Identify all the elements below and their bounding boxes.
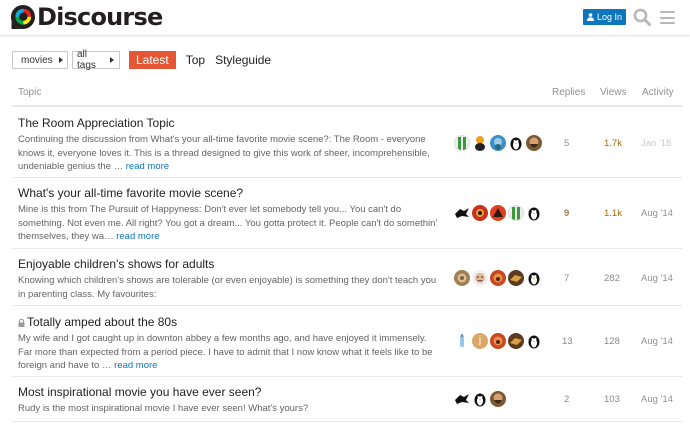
site-logo[interactable]: Discourse xyxy=(10,3,163,31)
topic-row: What's your all-time favorite movie scen… xyxy=(12,178,682,249)
activity-date[interactable]: Aug '14 xyxy=(641,394,673,405)
penguin-avatar[interactable] xyxy=(508,135,524,151)
topic-excerpt: My wife and I got caught up in downton a… xyxy=(18,332,442,373)
bearded-face-avatar[interactable] xyxy=(526,135,542,151)
nav-styleguide[interactable]: Styleguide xyxy=(215,51,271,69)
activity-date[interactable]: Aug '14 xyxy=(641,336,673,347)
reply-count[interactable]: 7 xyxy=(564,273,569,284)
caret-right-icon xyxy=(58,57,63,63)
topic-excerpt-text: Continuing the discussion from What's yo… xyxy=(18,134,430,172)
topic-title-container: Totally amped about the 80s xyxy=(18,315,177,329)
login-label: Log In xyxy=(596,12,623,22)
topic-title[interactable]: The Room Appreciation Topic xyxy=(18,116,175,130)
site-header: Discourse Log In xyxy=(0,0,690,36)
reply-count[interactable]: 9 xyxy=(564,208,569,219)
penguin-avatar[interactable] xyxy=(526,270,542,286)
topic-posters xyxy=(454,391,506,407)
column-activity[interactable]: Activity xyxy=(642,87,674,98)
view-count: 282 xyxy=(604,273,620,284)
column-replies[interactable]: Replies xyxy=(552,87,585,98)
penguin-avatar[interactable] xyxy=(526,333,542,349)
topic-excerpt: Continuing the discussion from What's yo… xyxy=(18,133,442,174)
red-circle-avatar[interactable] xyxy=(472,205,488,221)
black-bird-avatar[interactable] xyxy=(454,391,470,407)
topic-row: The Room Appreciation Topic Continuing t… xyxy=(12,108,682,178)
activity-date[interactable]: Aug '14 xyxy=(641,208,673,219)
search-icon[interactable] xyxy=(633,8,651,26)
reply-count[interactable]: 2 xyxy=(564,394,569,405)
category-dropdown-label: movies xyxy=(21,54,53,66)
orange-red-avatar[interactable] xyxy=(490,205,506,221)
read-more-link[interactable]: read more xyxy=(114,360,157,371)
penguin-avatar[interactable] xyxy=(472,391,488,407)
view-count: 128 xyxy=(604,336,620,347)
topic-row: Most inspirational movie you have ever s… xyxy=(12,377,682,422)
bearded-face-avatar[interactable] xyxy=(490,391,506,407)
hamburger-menu-icon[interactable] xyxy=(660,11,675,24)
topic-posters xyxy=(454,135,542,151)
category-dropdown[interactable]: movies xyxy=(12,51,68,69)
view-count: 1.1k xyxy=(604,208,622,219)
nav-top[interactable]: Top xyxy=(186,51,205,69)
activity-date[interactable]: Aug '14 xyxy=(641,273,673,284)
topic-excerpt-text: Knowing which children's shows are toler… xyxy=(18,275,437,300)
topic-posters xyxy=(454,270,542,286)
view-count: 1.7k xyxy=(604,138,622,149)
discourse-logo-icon xyxy=(10,4,36,30)
topic-list-header: Topic Replies Views Activity xyxy=(12,80,682,107)
topic-excerpt-text: Mine is this from The Pursuit of Happyne… xyxy=(18,204,438,242)
green-stripe-avatar[interactable] xyxy=(454,135,470,151)
penguin-avatar[interactable] xyxy=(526,205,542,221)
topic-row: Enjoyable children's shows for adults Kn… xyxy=(12,249,682,306)
login-button[interactable]: Log In xyxy=(583,9,626,25)
view-count: 103 xyxy=(604,394,620,405)
topic-excerpt: Mine is this from The Pursuit of Happyne… xyxy=(18,203,442,244)
read-more-link[interactable]: read more xyxy=(126,161,169,172)
brown-round-avatar[interactable] xyxy=(454,270,470,286)
topic-row: Totally amped about the 80s My wife and … xyxy=(12,306,682,377)
dark-bird-avatar[interactable] xyxy=(508,270,524,286)
caret-right-icon xyxy=(110,57,114,63)
topic-posters: j xyxy=(454,333,542,349)
topic-excerpt-text: Rudy is the most inspirational movie I h… xyxy=(18,403,309,414)
green-stripe-avatar[interactable] xyxy=(508,205,524,221)
read-more-link[interactable]: read more xyxy=(116,231,159,242)
lock-icon xyxy=(18,316,25,327)
letter-j-avatar[interactable]: j xyxy=(472,333,488,349)
tags-dropdown[interactable]: all tags xyxy=(72,49,120,71)
activity-date[interactable]: Jan '18 xyxy=(641,138,671,149)
topic-title[interactable]: Totally amped about the 80s xyxy=(27,315,177,329)
smiling-face-avatar[interactable] xyxy=(472,270,488,286)
bottle-avatar[interactable] xyxy=(454,333,470,349)
topic-title[interactable]: Most inspirational movie you have ever s… xyxy=(18,385,261,399)
topic-excerpt-text: My wife and I got caught up in downton a… xyxy=(18,333,433,371)
red-face-avatar[interactable] xyxy=(490,270,506,286)
dark-bird-avatar[interactable] xyxy=(508,333,524,349)
blue-round-avatar[interactable] xyxy=(490,135,506,151)
column-topic[interactable]: Topic xyxy=(18,87,41,98)
topic-title[interactable]: Enjoyable children's shows for adults xyxy=(18,257,214,271)
navigation-bar: movies all tags Latest Top Styleguide xyxy=(12,49,271,71)
topic-excerpt: Rudy is the most inspirational movie I h… xyxy=(18,402,442,416)
topic-excerpt: Knowing which children's shows are toler… xyxy=(18,274,442,301)
topic-posters xyxy=(454,205,542,221)
column-views[interactable]: Views xyxy=(600,87,627,98)
orange-figure-avatar[interactable] xyxy=(472,135,488,151)
reply-count[interactable]: 13 xyxy=(562,336,573,347)
user-icon xyxy=(586,13,594,21)
reply-count[interactable]: 5 xyxy=(564,138,569,149)
tags-dropdown-label: all tags xyxy=(77,49,96,71)
nav-latest[interactable]: Latest xyxy=(129,51,176,69)
red-face-avatar[interactable] xyxy=(490,333,506,349)
black-bird-avatar[interactable] xyxy=(454,205,470,221)
site-title: Discourse xyxy=(37,3,163,31)
topic-title[interactable]: What's your all-time favorite movie scen… xyxy=(18,186,243,200)
